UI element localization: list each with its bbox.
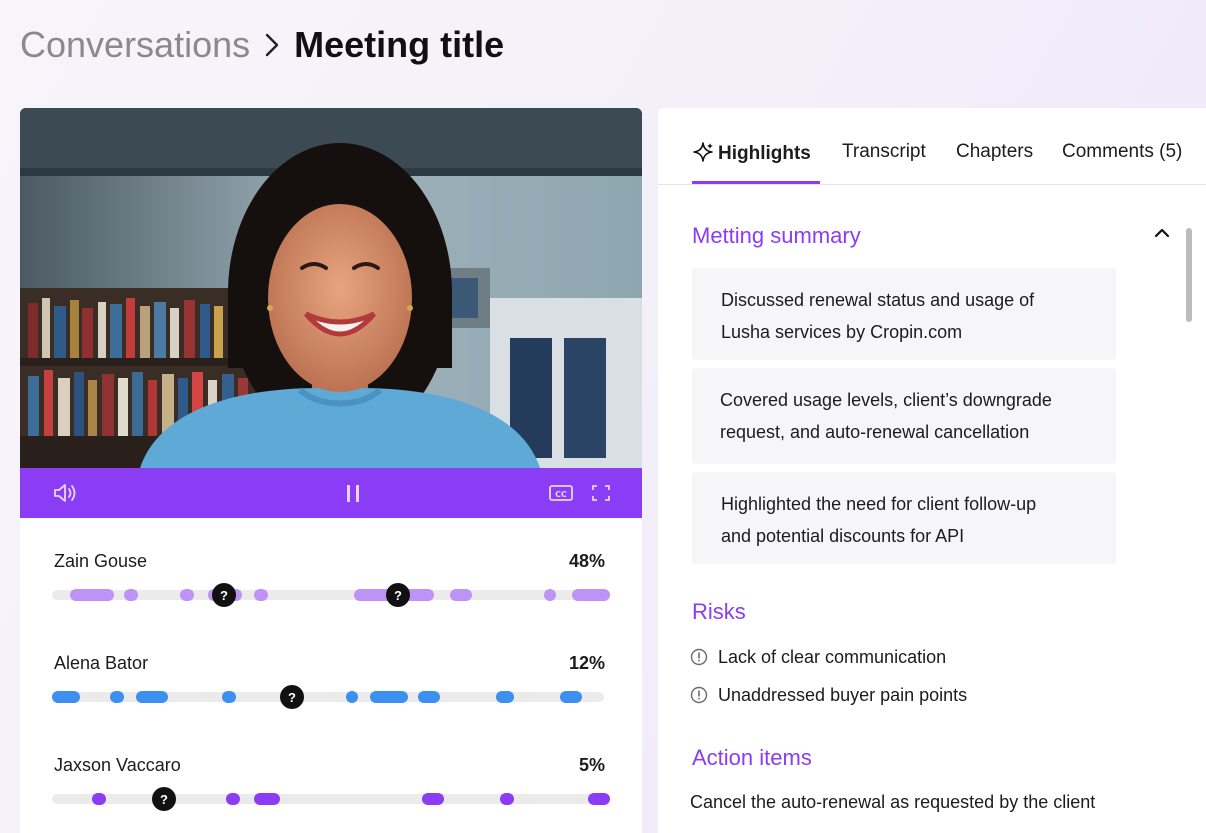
summary-card-line: and potential discounts for API: [721, 526, 965, 546]
scrollbar-thumb[interactable]: [1186, 228, 1192, 322]
question-marker[interactable]: ?: [212, 583, 236, 607]
chevron-right-icon: [262, 30, 282, 60]
speaker-name: Zain Gouse: [54, 551, 148, 571]
summary-title: Metting summary: [692, 223, 861, 248]
actions-title: Action items: [692, 745, 812, 770]
talk-segment[interactable]: [370, 691, 408, 703]
talk-segment[interactable]: [418, 691, 440, 703]
tab-transcript[interactable]: Transcript: [842, 141, 926, 163]
video-panel: CC Zain Gouse 48% ? ? Alena Bator 12% ? …: [20, 108, 642, 833]
question-marker[interactable]: ?: [152, 787, 176, 811]
details-panel: Highlights Transcript Chapters Comments …: [658, 108, 1206, 833]
video-controls: CC: [20, 468, 642, 518]
page-title: Meeting title: [294, 24, 505, 65]
talk-segment[interactable]: [136, 691, 168, 703]
summary-card: Discussed renewal status and usage of Lu…: [692, 268, 1116, 360]
speaker-name: Alena Bator: [54, 653, 149, 673]
speaker-talk-percent: 48%: [568, 551, 605, 571]
cc-icon[interactable]: CC: [548, 481, 574, 505]
risk-text: Lack of clear communication: [718, 646, 947, 667]
risk-text: Unaddressed buyer pain points: [718, 684, 968, 705]
video-frame[interactable]: [20, 108, 642, 468]
tab-highlights[interactable]: Highlights: [692, 141, 811, 165]
speaker-timeline[interactable]: ?: [52, 685, 608, 709]
video-thumbnail-image: [20, 108, 642, 468]
alert-circle-icon: [690, 648, 708, 666]
fullscreen-icon[interactable]: [588, 481, 614, 505]
talk-segment[interactable]: [180, 589, 194, 601]
tab-label: Highlights: [718, 143, 811, 164]
talk-segment[interactable]: [588, 793, 610, 805]
risk-item: Lack of clear communication: [690, 645, 946, 669]
summary-card: Covered usage levels, client’s downgrade…: [692, 368, 1116, 464]
talk-segment[interactable]: [124, 589, 138, 601]
talk-segment[interactable]: [254, 793, 280, 805]
talk-segment[interactable]: [572, 589, 610, 601]
talk-segment[interactable]: [450, 589, 472, 601]
question-marker[interactable]: ?: [386, 583, 410, 607]
talk-segment[interactable]: [92, 793, 106, 805]
breadcrumb-parent[interactable]: Conversations: [20, 24, 250, 66]
pause-icon[interactable]: [341, 481, 367, 505]
risk-item: Unaddressed buyer pain points: [690, 683, 967, 707]
talk-segment[interactable]: [110, 691, 124, 703]
active-tab-indicator: [692, 181, 820, 184]
sparkle-icon: [692, 141, 714, 163]
risks-title: Risks: [692, 599, 746, 624]
timeline-track: [52, 794, 608, 804]
timeline-track: [52, 692, 604, 702]
speaker-row-zain: Zain Gouse 48% ? ?: [20, 551, 642, 651]
talk-segment[interactable]: [346, 691, 358, 703]
summary-card-line: request, and auto-renewal cancellation: [720, 422, 1030, 442]
speaker-row-jaxson: Jaxson Vaccaro 5% ?: [20, 755, 642, 833]
speaker-row-alena: Alena Bator 12% ?: [20, 653, 642, 753]
chevron-up-icon[interactable]: [1152, 223, 1172, 243]
summary-card-line: Highlighted the need for client follow-u…: [721, 494, 1037, 514]
talk-segment[interactable]: [496, 691, 514, 703]
talk-segment[interactable]: [52, 691, 80, 703]
talk-segment[interactable]: [560, 691, 582, 703]
breadcrumb: Conversations Meeting title: [20, 22, 504, 68]
speaker-name: Jaxson Vaccaro: [54, 755, 181, 775]
summary-card: Highlighted the need for client follow-u…: [692, 472, 1116, 564]
talk-segment[interactable]: [422, 793, 444, 805]
question-marker[interactable]: ?: [280, 685, 304, 709]
alert-circle-icon: [690, 686, 708, 704]
summary-card-line: Lusha services by Cropin.com: [721, 322, 963, 342]
tab-comments[interactable]: Comments (5): [1062, 141, 1182, 163]
talk-segment[interactable]: [544, 589, 556, 601]
action-item: Cancel the auto-renewal as requested by …: [690, 792, 1096, 812]
summary-card-line: Covered usage levels, client’s downgrade: [720, 390, 1052, 410]
talk-segment[interactable]: [70, 589, 114, 601]
talk-segment[interactable]: [500, 793, 514, 805]
summary-card-line: Discussed renewal status and usage of: [721, 290, 1035, 310]
svg-text:CC: CC: [555, 490, 567, 499]
speaker-timeline[interactable]: ? ?: [52, 583, 610, 607]
tab-chapters[interactable]: Chapters: [956, 141, 1033, 163]
speaker-timeline[interactable]: ?: [52, 787, 610, 811]
speaker-icon[interactable]: [52, 481, 78, 505]
tab-bar: Highlights Transcript Chapters Comments …: [658, 108, 1206, 185]
talk-segment[interactable]: [254, 589, 268, 601]
talk-segment[interactable]: [222, 691, 236, 703]
talk-segment[interactable]: [226, 793, 240, 805]
speaker-talk-percent: 5%: [578, 755, 605, 775]
speaker-talk-percent: 12%: [568, 653, 605, 673]
